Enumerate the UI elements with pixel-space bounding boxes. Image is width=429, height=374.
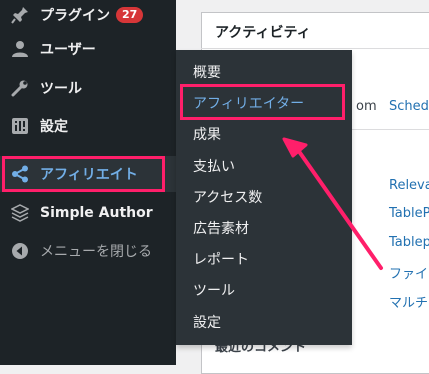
- annotation-arrow: [282, 137, 383, 270]
